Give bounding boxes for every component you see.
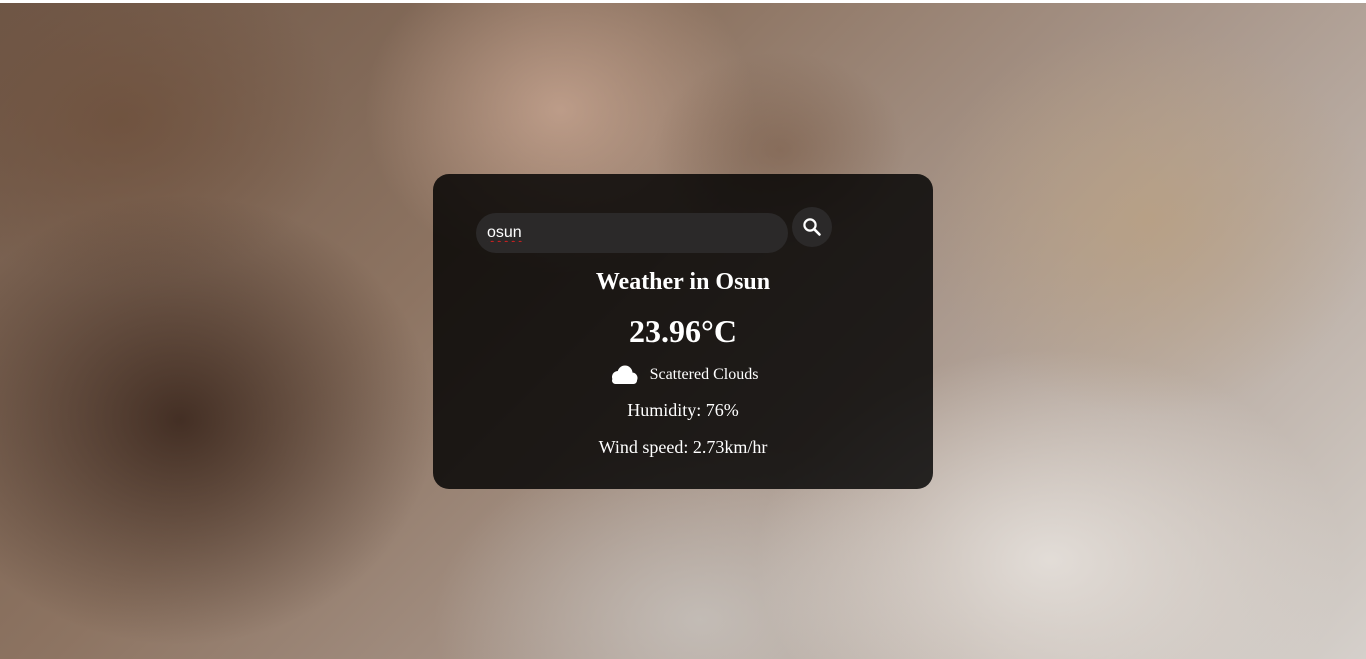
search-input[interactable] (476, 213, 788, 253)
weather-description: Scattered Clouds (433, 362, 933, 388)
weather-card: Weather in Osun 23.96°C Scattered Clouds… (433, 174, 933, 489)
wind-speed-text: Wind speed: 2.73km/hr (598, 437, 768, 457)
search-button[interactable] (792, 207, 832, 247)
description-text: Scattered Clouds (649, 366, 759, 383)
humidity-text: Humidity: 76% (627, 400, 739, 420)
search-icon (802, 217, 822, 237)
cloud-icon (608, 364, 640, 386)
top-border (0, 0, 1366, 3)
city-title: Weather in Osun (595, 269, 771, 295)
temperature: 23.96°C (629, 313, 737, 349)
